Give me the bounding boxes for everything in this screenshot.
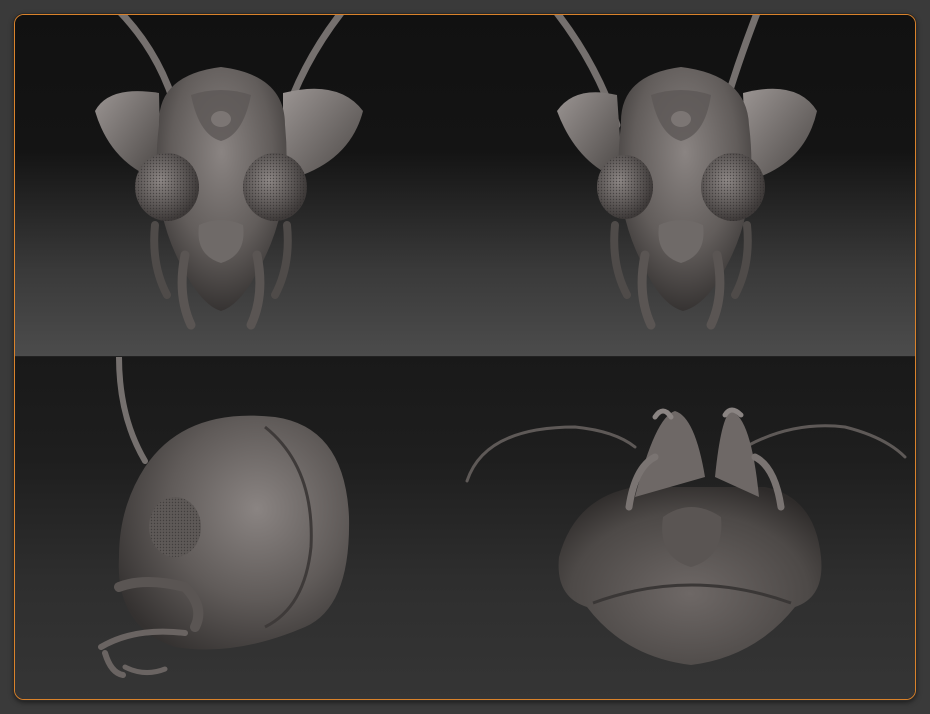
insect-head-underside-icon bbox=[465, 407, 907, 665]
insect-head-front-icon bbox=[554, 15, 817, 330]
insect-head-front-icon bbox=[95, 15, 363, 330]
insect-head-side-icon bbox=[98, 357, 350, 678]
viewport-side-views bbox=[15, 357, 915, 699]
render-sheet-frame bbox=[14, 14, 916, 700]
viewport-front-views bbox=[15, 15, 915, 357]
